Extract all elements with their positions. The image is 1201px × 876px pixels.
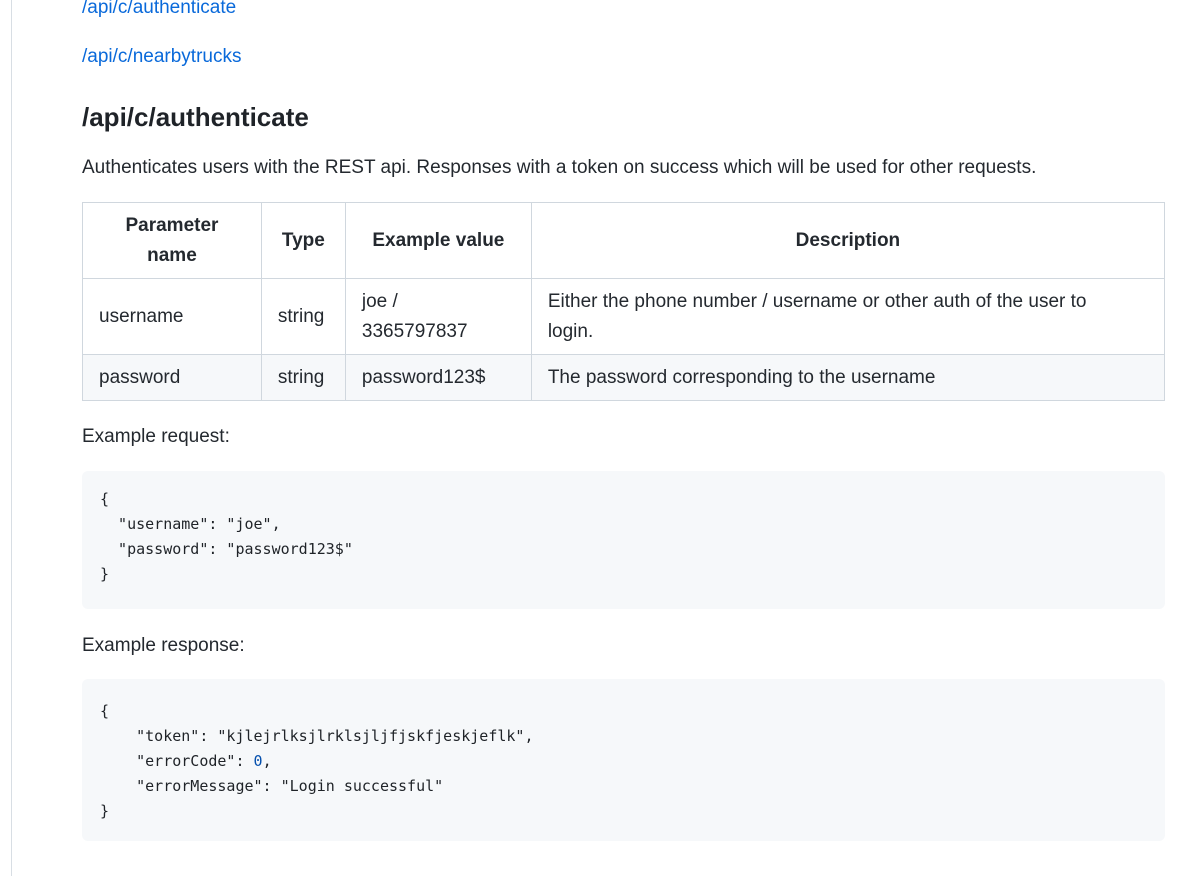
cell-description: The password corresponding to the userna… (530, 354, 1166, 401)
cell-type: string (260, 278, 346, 355)
code-line: { (100, 702, 110, 720)
cell-type: string (260, 354, 346, 401)
table-row: password string password123$ The passwor… (82, 354, 1166, 401)
example-response-label: Example response: (82, 635, 245, 656)
example-request-label: Example request: (82, 426, 230, 447)
cell-desc-line2: login. (547, 320, 594, 342)
code-line: "token": "kjlejrlksjlrklsjljfjskfjeskjef… (100, 727, 534, 745)
cell-example-line2: 3365797837 (361, 320, 468, 342)
cell-desc-line1: Either the phone number / username or ot… (547, 290, 1087, 312)
cell-example: joe / 3365797837 (344, 278, 532, 355)
code-line: { (100, 490, 110, 508)
header-parameter-name: Parameter name (82, 202, 262, 279)
table-row: username string joe / 3365797837 Either … (82, 278, 1166, 355)
code-line: "username": "joe", (100, 515, 281, 533)
code-line: "errorCode": (100, 752, 254, 770)
cell-param-name: username (82, 278, 262, 355)
code-line: } (100, 802, 110, 820)
code-punct: , (262, 752, 272, 770)
header-description: Description (530, 202, 1166, 279)
left-border (11, 0, 12, 876)
code-number: 0 (253, 752, 263, 770)
example-response-code: { "token": "kjlejrlksjlrklsjljfjskfjeskj… (82, 679, 1165, 841)
section-title: /api/c/authenticate (82, 102, 309, 132)
code-line: "password": "password123$" (100, 540, 353, 558)
cell-example-line1: joe / (361, 290, 398, 312)
header-param-line1: Parameter (125, 214, 219, 236)
example-request-code: { "username": "joe", "password": "passwo… (82, 471, 1165, 609)
section-description: Authenticates users with the REST api. R… (82, 157, 1037, 178)
header-param-line2: name (147, 244, 197, 266)
header-type: Type (260, 202, 346, 279)
toc-link-authenticate[interactable]: /api/c/authenticate (82, 0, 236, 20)
cell-example: password123$ (344, 354, 532, 401)
parameters-table: Parameter name Type Example value Descri… (82, 202, 1166, 401)
code-line: "errorMessage": "Login successful" (100, 777, 444, 795)
cell-param-name: password (82, 354, 262, 401)
cell-description: Either the phone number / username or ot… (530, 278, 1166, 355)
code-line: } (100, 565, 110, 583)
table-header-row: Parameter name Type Example value Descri… (82, 202, 1166, 279)
header-example: Example value (344, 202, 532, 279)
toc-link-nearbytrucks[interactable]: /api/c/nearbytrucks (82, 45, 241, 69)
